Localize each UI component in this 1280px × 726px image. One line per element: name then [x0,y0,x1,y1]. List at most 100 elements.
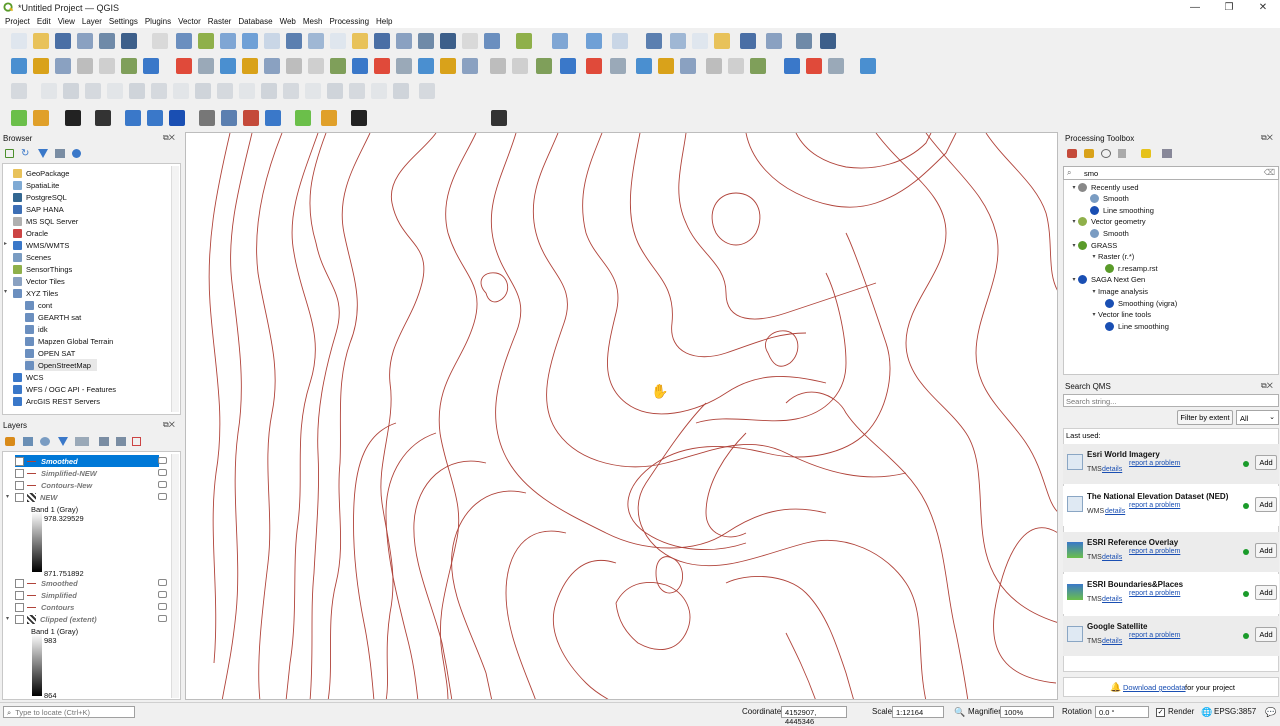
crs-button[interactable]: EPSG:3857 [1214,707,1256,716]
maximize-button[interactable]: ❐ [1212,0,1246,15]
toolbar-button[interactable] [396,33,412,49]
toolbar-button[interactable] [393,83,409,99]
layer-indicator-icon[interactable] [158,457,167,464]
collapse-arrow-icon[interactable]: ▾ [1090,253,1098,260]
toolbar-button[interactable] [308,58,324,74]
layer-item[interactable]: Simplified [15,589,77,601]
toolbar-button[interactable] [820,33,836,49]
messages-icon[interactable]: 💬 [1265,707,1276,718]
browser-item[interactable]: ArcGIS REST Servers [13,395,100,407]
collapse-arrow-icon[interactable]: ▾ [1070,184,1078,191]
algorithm-item[interactable]: ▾ Image analysis [1090,285,1148,297]
provider-group[interactable]: ▾ Vector geometry [1070,216,1146,228]
add-service-button[interactable]: Add [1255,543,1277,558]
provider-group[interactable]: ▾ SAGA Next Gen [1070,274,1145,286]
edit-features-in-place-icon[interactable] [1141,149,1151,158]
collapse-all-icon[interactable] [55,149,65,158]
toolbar-button[interactable] [243,110,259,126]
layer-indicator-icon[interactable] [158,469,167,476]
toolbar-button[interactable] [143,58,159,74]
processing-search-input[interactable]: ⌕ smo ⌫ [1063,166,1279,180]
browser-scrollbar[interactable] [171,166,179,412]
toolbar-button[interactable] [77,33,93,49]
toolbar-button[interactable] [352,33,368,49]
toolbar-button[interactable] [646,33,662,49]
algorithm-item[interactable]: Line smoothing [1105,320,1169,332]
browser-item[interactable]: GEARTH sat [25,311,81,323]
add-service-button[interactable]: Add [1255,455,1277,470]
toolbar-button[interactable] [512,58,528,74]
add-group-icon[interactable] [23,437,33,446]
toolbar-button[interactable] [440,58,456,74]
toolbar-button[interactable] [265,110,281,126]
toolbar-button[interactable] [55,33,71,49]
toolbar-button[interactable] [151,83,167,99]
browser-item[interactable]: WMS/WMTS [13,239,69,251]
collapse-arrow-icon[interactable]: ▾ [1070,242,1078,249]
add-service-button[interactable]: Add [1255,497,1277,512]
toolbar-button[interactable] [462,33,478,49]
toolbar-button[interactable] [321,110,337,126]
toolbar-button[interactable] [552,33,568,49]
menu-project[interactable]: Project [5,17,30,26]
browser-item[interactable]: XYZ Tiles [13,287,58,299]
details-link[interactable]: details [1102,554,1122,561]
browser-item[interactable]: MS SQL Server [13,215,78,227]
toolbar-button[interactable] [176,58,192,74]
toolbar-button[interactable] [152,33,168,49]
menu-vector[interactable]: Vector [178,17,201,26]
qms-dock-buttons[interactable]: ⧉✕ [1261,381,1273,391]
collapse-arrow-icon[interactable]: ▾ [6,615,9,622]
collapse-arrow-icon[interactable]: ▾ [4,288,7,295]
toolbar-button[interactable] [286,58,302,74]
layer-item[interactable]: Smoothed [15,577,78,589]
scripts-icon[interactable] [1084,149,1094,158]
expand-arrow-icon[interactable]: ▸ [4,240,7,247]
toolbar-button[interactable] [95,110,111,126]
toolbar-button[interactable] [11,33,27,49]
toolbar-button[interactable] [308,33,324,49]
browser-item[interactable]: Scenes [13,251,51,263]
layer-indicator-icon[interactable] [158,615,167,622]
qms-search-input[interactable]: Search string... [1063,394,1279,407]
toolbar-button[interactable] [33,58,49,74]
add-selected-layers-icon[interactable] [5,149,14,158]
browser-item[interactable]: OpenStreetMap [25,359,97,371]
layer-visibility-checkbox[interactable] [15,602,24,612]
toolbar-button[interactable] [283,83,299,99]
toolbar-button[interactable] [349,83,365,99]
toolbar-button[interactable] [610,58,626,74]
toolbar-button[interactable] [490,58,506,74]
algorithm-item[interactable]: Smoothing (vigra) [1105,297,1177,309]
layer-visibility-checkbox[interactable]: ✓ [15,456,24,466]
toolbar-button[interactable] [125,110,141,126]
browser-item[interactable]: SensorThings [13,263,72,275]
menu-help[interactable]: Help [376,17,392,26]
toolbar-button[interactable] [33,33,49,49]
collapse-arrow-icon[interactable]: ▾ [1070,276,1078,283]
clear-search-icon[interactable]: ⌫ [1264,168,1275,177]
toolbar-button[interactable] [680,58,696,74]
toolbar-button[interactable] [419,83,435,99]
download-geodata-link[interactable]: Download geodata [1123,683,1186,692]
browser-item[interactable]: WCS [13,371,44,383]
toolbar-button[interactable] [107,83,123,99]
layer-item[interactable]: NEW [15,491,58,503]
toolbar-button[interactable] [714,33,730,49]
toolbar-button[interactable] [462,58,478,74]
toolbar-button[interactable] [330,58,346,74]
browser-item[interactable]: cont [25,299,52,311]
open-layer-styling-icon[interactable] [5,437,15,446]
browser-item[interactable]: SAP HANA [13,203,64,215]
browser-item[interactable]: GeoPackage [13,167,69,179]
browser-item[interactable]: idk [25,323,48,335]
toolbar-button[interactable] [176,33,192,49]
toolbar-button[interactable] [396,58,412,74]
layer-indicator-icon[interactable] [158,603,167,610]
menu-plugins[interactable]: Plugins [145,17,171,26]
browser-item[interactable]: OPEN SAT [25,347,75,359]
algorithm-item[interactable]: Smooth [1090,193,1129,205]
toolbar-button[interactable] [195,83,211,99]
toolbar-button[interactable] [85,83,101,99]
menu-settings[interactable]: Settings [109,17,138,26]
